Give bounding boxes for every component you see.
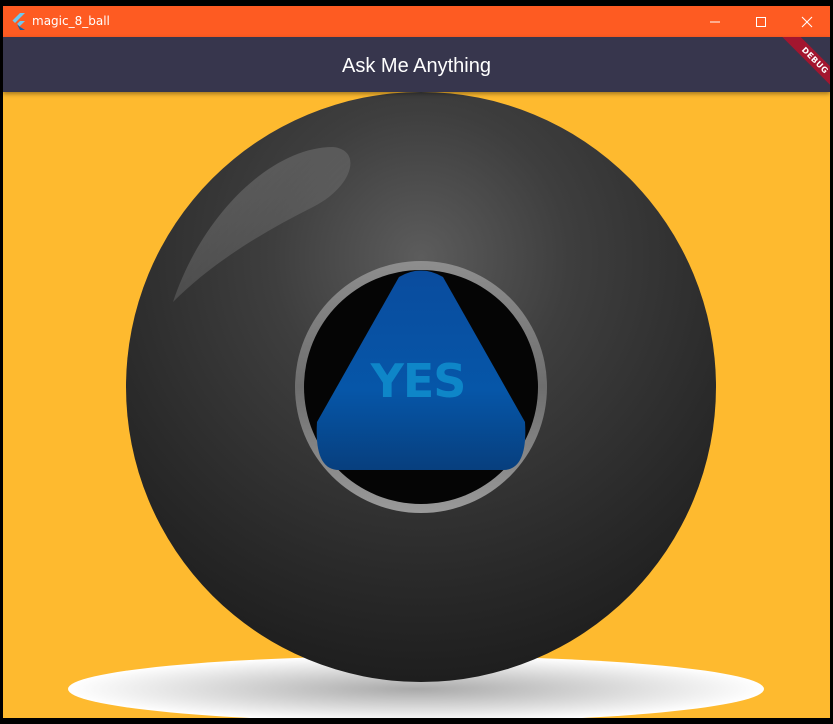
minimize-button[interactable]	[692, 6, 738, 37]
ball-area[interactable]: YES	[3, 92, 830, 718]
page-title: Ask Me Anything	[342, 55, 491, 77]
app-bar: Ask Me Anything	[3, 37, 830, 92]
window-title: magic_8_ball	[32, 14, 110, 28]
debug-label: DEBUG	[782, 37, 830, 94]
close-button[interactable]	[784, 6, 830, 37]
minimize-icon	[710, 21, 720, 23]
debug-banner: DEBUG	[770, 37, 830, 97]
window-titlebar[interactable]: magic_8_ball	[3, 6, 830, 37]
maximize-icon	[756, 17, 766, 27]
maximize-button[interactable]	[738, 6, 784, 37]
flutter-icon	[12, 13, 25, 30]
app-window: magic_8_ball Ask Me Anything DEBUG YES	[3, 6, 830, 718]
close-icon	[801, 16, 813, 28]
answer-text: YES	[370, 354, 467, 408]
